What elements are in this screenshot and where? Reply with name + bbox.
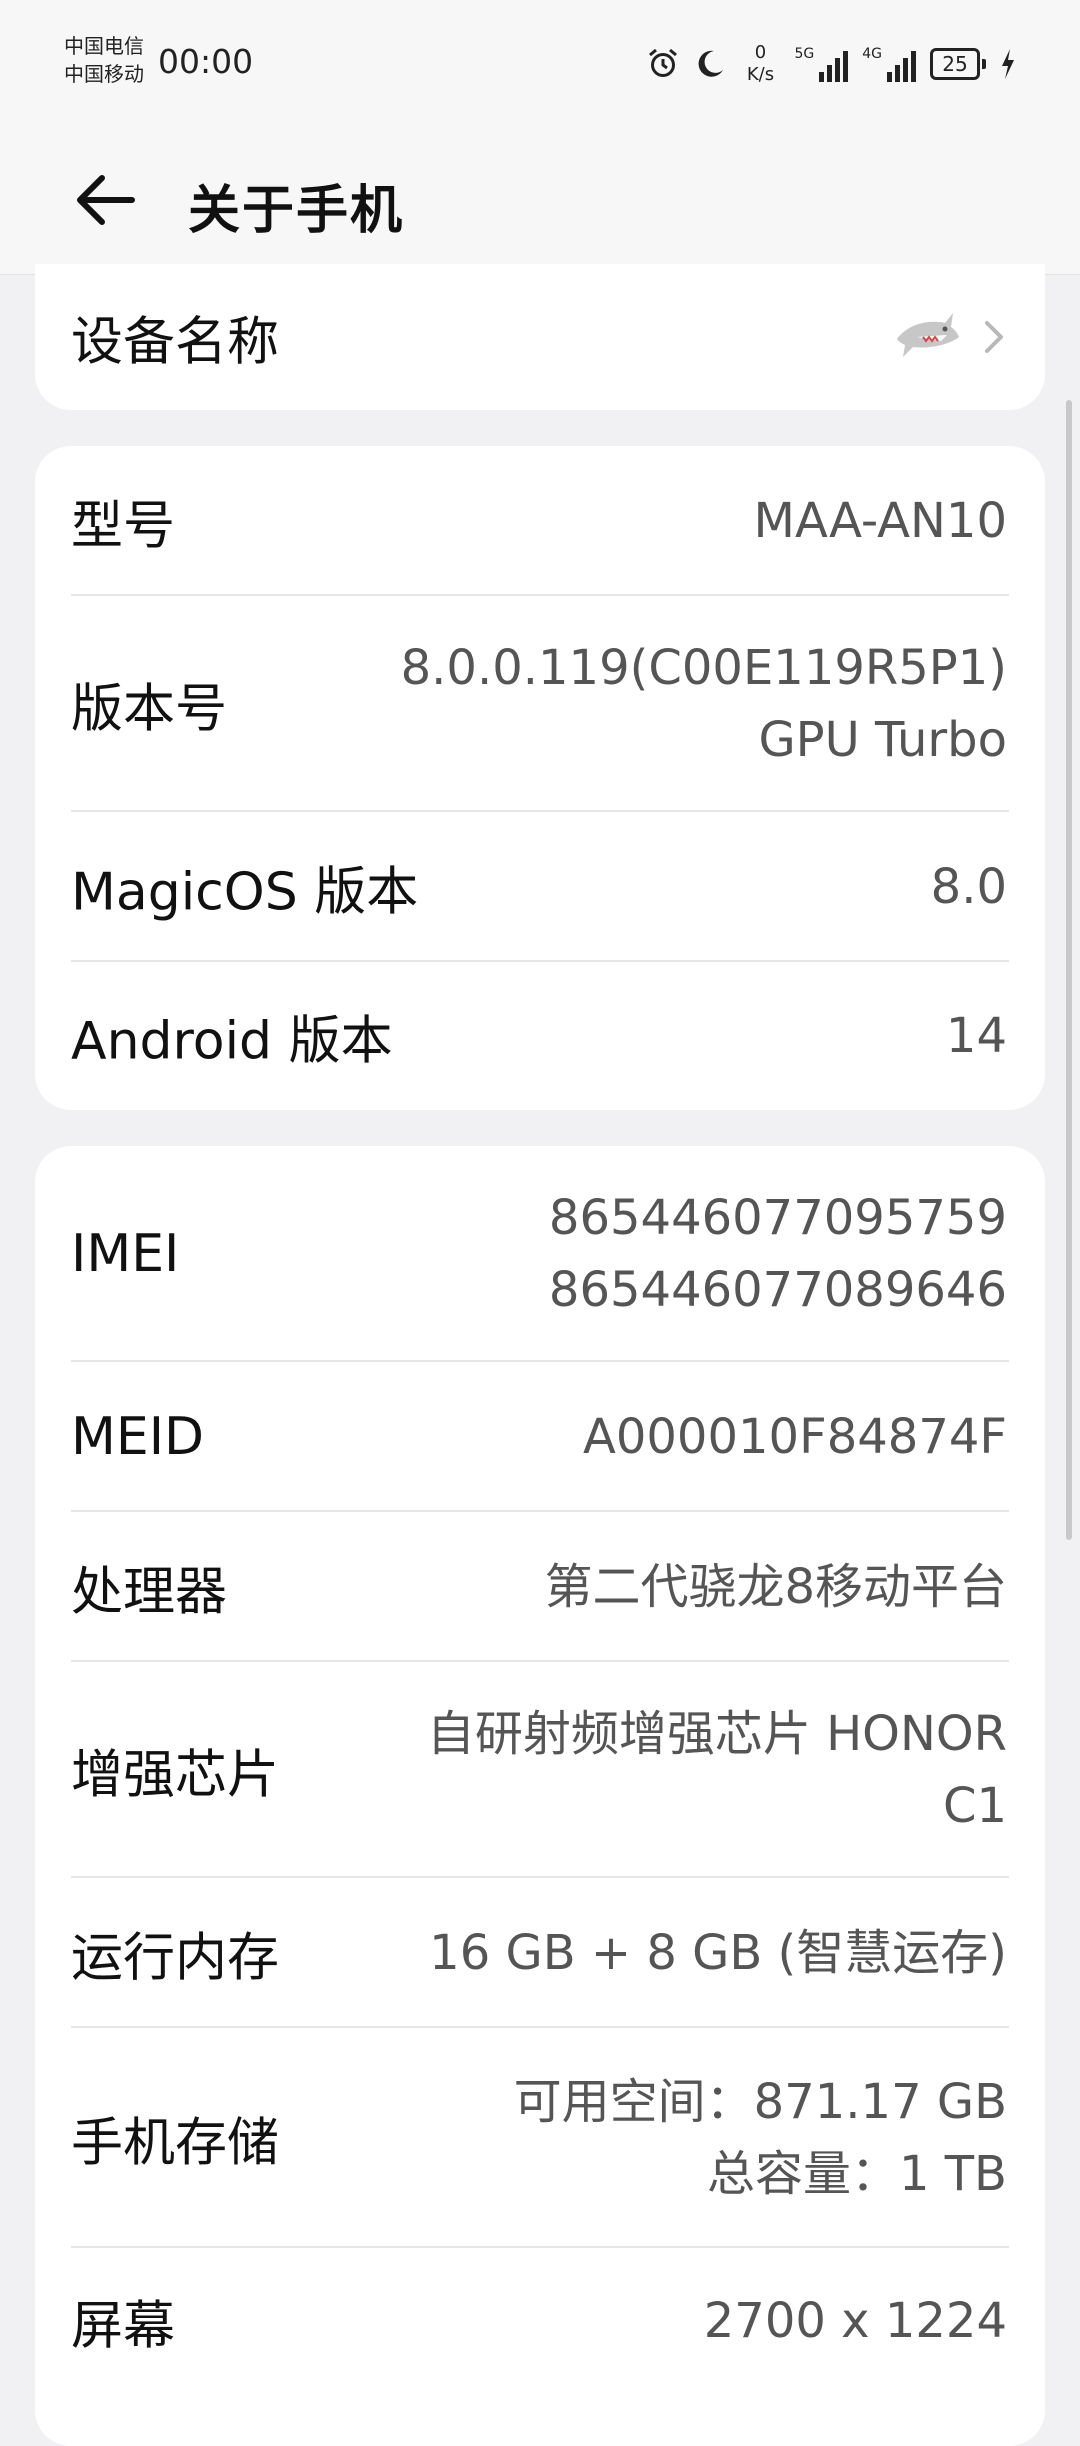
build-number-line2: GPU Turbo	[758, 712, 1007, 768]
carrier-info: 中国电信 中国移动	[64, 32, 144, 88]
battery-level: 25	[930, 48, 980, 80]
battery-icon: 25	[930, 48, 986, 80]
net-speed-value: 0	[754, 42, 767, 63]
carrier-2: 中国移动	[64, 62, 144, 86]
device-avatar-icon	[897, 313, 959, 357]
charging-icon	[1002, 49, 1014, 79]
enhancement-chip-row: 增强芯片 自研射频增强芯片 HONOR C1	[35, 1662, 1045, 1878]
ram-row: 运行内存 16 GB + 8 GB (智慧运存)	[35, 1878, 1045, 2028]
imei-value: 865446077095759 865446077089646	[549, 1182, 1007, 1326]
build-number-label: 版本号	[71, 679, 228, 740]
processor-label: 处理器	[71, 1562, 228, 1623]
storage-row: 手机存储 可用空间：871.17 GB 总容量：1 TB	[35, 2028, 1045, 2248]
enhancement-chip-value: 自研射频增强芯片 HONOR C1	[427, 1698, 1007, 1842]
meid-label: MEID	[71, 1407, 205, 1467]
status-bar: 中国电信 中国移动 00:00 0 K/s 5G 4G 25	[0, 0, 1080, 130]
enhancement-chip-line2: C1	[942, 1778, 1007, 1834]
back-arrow-icon[interactable]	[70, 160, 150, 240]
processor-row: 处理器 第二代骁龙8移动平台	[35, 1512, 1045, 1662]
imei-line2: 865446077089646	[548, 1262, 1007, 1318]
moon-icon	[699, 50, 724, 77]
chevron-right-icon	[985, 321, 1003, 353]
android-version-row: Android 版本 14	[35, 962, 1045, 1110]
alarm-icon	[649, 48, 678, 77]
net-speed-unit: K/s	[746, 64, 775, 85]
device-name-row[interactable]: 设备名称	[35, 264, 1045, 410]
status-icons: 0 K/s 5G 4G 25	[646, 34, 1016, 94]
magicos-version-value: 8.0	[930, 859, 1007, 915]
ram-value: 16 GB + 8 GB (智慧运存)	[429, 1925, 1007, 1981]
imei-label: IMEI	[71, 1224, 180, 1284]
build-number-row[interactable]: 版本号 8.0.0.119(C00E119R5P1) GPU Turbo	[35, 596, 1045, 812]
app-header: 关于手机	[0, 130, 1080, 275]
signal-icon: 5G	[794, 46, 849, 82]
enhancement-chip-label: 增强芯片	[71, 1745, 280, 1806]
android-version-value: 14	[945, 1008, 1007, 1064]
storage-total: 总容量：1 TB	[706, 2146, 1007, 2202]
device-name-label: 设备名称	[71, 312, 280, 373]
imei-row: IMEI 865446077095759 865446077089646	[35, 1146, 1045, 1362]
screen-value: 2700 x 1224	[703, 2293, 1007, 2349]
storage-label: 手机存储	[71, 2113, 280, 2174]
magicos-version-label: MagicOS 版本	[71, 862, 419, 923]
magicos-version-row: MagicOS 版本 8.0	[35, 812, 1045, 962]
status-time: 00:00	[158, 42, 254, 81]
screen-row: 屏幕 2700 x 1224	[35, 2248, 1045, 2394]
build-number-line1: 8.0.0.119(C00E119R5P1)	[400, 640, 1007, 696]
hardware-info-card: IMEI 865446077095759 865446077089646 MEI…	[35, 1146, 1045, 2446]
storage-available: 可用空间：871.17 GB	[513, 2074, 1007, 2130]
android-version-label: Android 版本	[71, 1011, 393, 1072]
page-title: 关于手机	[188, 181, 405, 241]
device-name-card: 设备名称	[35, 264, 1045, 410]
meid-row: MEID A000010F84874F	[35, 1362, 1045, 1512]
build-number-value: 8.0.0.119(C00E119R5P1) GPU Turbo	[401, 632, 1007, 776]
signal-icon-sim2: 4G	[862, 46, 916, 82]
model-value: MAA-AN10	[753, 493, 1007, 549]
ram-label: 运行内存	[71, 1928, 280, 1989]
storage-value: 可用空间：871.17 GB 总容量：1 TB	[514, 2066, 1007, 2210]
enhancement-chip-line1: 自研射频增强芯片 HONOR	[426, 1706, 1007, 1762]
meid-value: A000010F84874F	[583, 1409, 1007, 1465]
sim1-network-tag: 5G	[794, 46, 815, 62]
version-info-card: 型号 MAA-AN10 版本号 8.0.0.119(C00E119R5P1) G…	[35, 446, 1045, 1110]
screen-label: 屏幕	[71, 2296, 176, 2357]
processor-value: 第二代骁龙8移动平台	[544, 1559, 1007, 1615]
scrollbar[interactable]	[1066, 400, 1072, 1540]
carrier-1: 中国电信	[64, 34, 144, 58]
model-label: 型号	[71, 496, 176, 557]
net-speed: 0 K/s	[740, 42, 780, 86]
sim2-network-tag: 4G	[862, 46, 882, 62]
model-row: 型号 MAA-AN10	[35, 446, 1045, 596]
imei-line1: 865446077095759	[548, 1190, 1007, 1246]
